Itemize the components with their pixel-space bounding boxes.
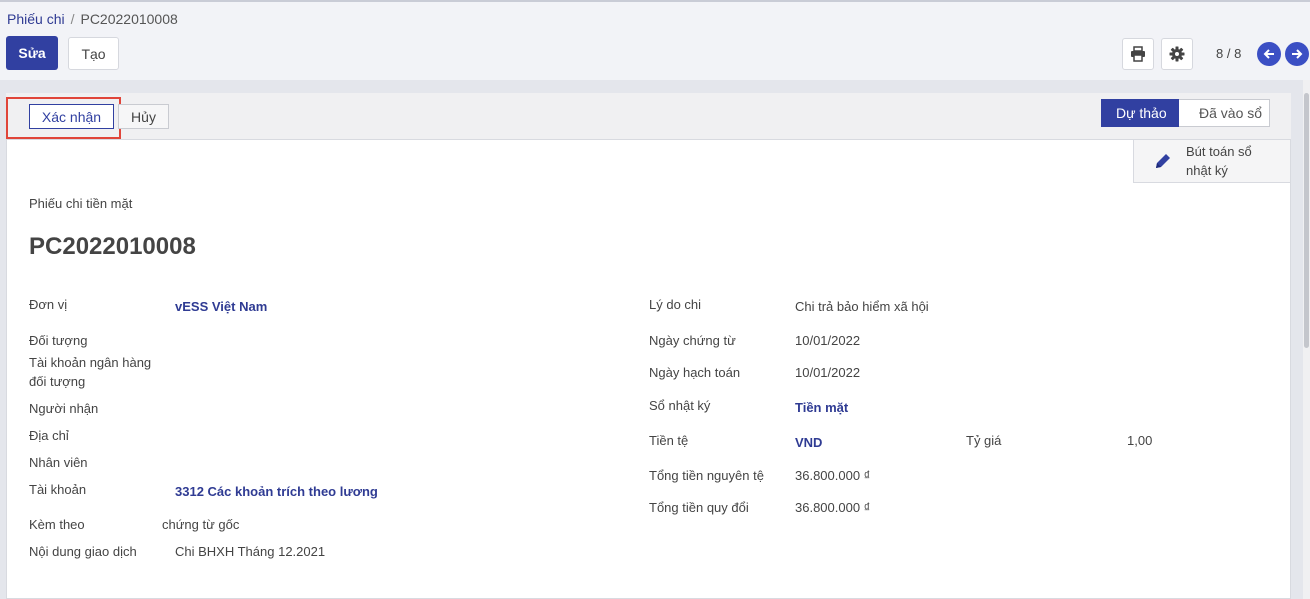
status-bar xyxy=(6,93,1291,140)
journal-entries-button[interactable]: Bút toán sổ nhật ký xyxy=(1133,140,1291,183)
breadcrumb-current: PC2022010008 xyxy=(80,11,178,27)
document-type: Phiếu chi tiền mặt xyxy=(29,196,133,211)
next-record-button[interactable] xyxy=(1285,42,1309,66)
value-so-nhat-ky[interactable]: Tiền mặt xyxy=(795,400,848,415)
label-doi-tuong: Đối tượng xyxy=(29,333,88,348)
label-tai-khoan-ngan-hang-line2: đối tượng xyxy=(29,374,86,389)
value-ly-do-chi: Chi trả bảo hiểm xã hội xyxy=(795,299,929,314)
cancel-button[interactable]: Hủy xyxy=(118,104,169,129)
breadcrumb-parent-link[interactable]: Phiếu chi xyxy=(7,11,65,27)
scrollbar-thumb[interactable] xyxy=(1304,93,1309,348)
value-ngay-chung-tu: 10/01/2022 xyxy=(795,333,861,348)
stage-draft[interactable]: Dự thảo xyxy=(1101,99,1189,127)
edit-button[interactable]: Sửa xyxy=(6,36,58,70)
breadcrumb-separator: / xyxy=(70,11,75,27)
value-ty-gia: 1,00 xyxy=(1127,433,1153,448)
label-don-vi: Đơn vị xyxy=(29,297,68,312)
document-number: PC2022010008 xyxy=(29,233,196,260)
pencil-icon xyxy=(1156,154,1170,168)
label-tai-khoan-ngan-hang: Tài khoản ngân hàng đối tượng xyxy=(29,353,151,391)
settings-button[interactable] xyxy=(1161,38,1193,70)
value-tai-khoan[interactable]: 3312 Các khoản trích theo lương xyxy=(175,484,378,499)
value-kem-theo: chứng từ gốc xyxy=(162,517,240,532)
highlight-box xyxy=(6,97,121,139)
label-ngay-chung-tu: Ngày chứng từ xyxy=(649,333,736,348)
breadcrumb: Phiếu chi / PC2022010008 xyxy=(7,11,178,27)
label-dia-chi: Địa chỉ xyxy=(29,428,69,443)
label-noi-dung: Nội dung giao dịch xyxy=(29,544,137,559)
previous-record-button[interactable] xyxy=(1257,42,1281,66)
arrow-left-icon xyxy=(1263,49,1274,59)
value-don-vi[interactable]: vESS Việt Nam xyxy=(175,299,267,314)
label-tai-khoan: Tài khoản xyxy=(29,482,87,497)
value-tong-quy-doi: 36.800.000 ₫ xyxy=(795,500,871,515)
journal-entries-line1: Bút toán sổ xyxy=(1186,144,1252,159)
printer-icon xyxy=(1131,46,1145,62)
label-tong-nguyen-te: Tổng tiền nguyên tệ xyxy=(649,468,764,483)
label-so-nhat-ky: Sổ nhật ký xyxy=(649,398,711,413)
value-ngay-hach-toan: 10/01/2022 xyxy=(795,365,861,380)
pager-value[interactable]: 8 / 8 xyxy=(1216,46,1241,61)
label-ly-do-chi: Lý do chi xyxy=(649,297,702,312)
arrow-right-icon xyxy=(1292,49,1303,59)
value-tong-nguyen-te: 36.800.000 ₫ xyxy=(795,468,871,483)
label-nguoi-nhan: Người nhận xyxy=(29,401,99,416)
create-button[interactable]: Tạo xyxy=(68,37,119,70)
label-nhan-vien: Nhân viên xyxy=(29,455,88,470)
print-button[interactable] xyxy=(1122,38,1154,70)
value-noi-dung: Chi BHXH Tháng 12.2021 xyxy=(175,544,326,559)
label-tien-te: Tiền tệ xyxy=(649,433,689,448)
journal-entries-label: Bút toán sổ nhật ký xyxy=(1186,142,1286,180)
label-tong-quy-doi: Tổng tiền quy đổi xyxy=(649,500,749,515)
control-panel xyxy=(0,2,1310,80)
label-ty-gia: Tỷ giá xyxy=(966,433,1002,448)
gear-icon xyxy=(1169,46,1185,62)
value-tien-te[interactable]: VND xyxy=(795,435,822,450)
stage-posted[interactable]: Đã vào sổ xyxy=(1179,99,1270,127)
journal-entries-line2: nhật ký xyxy=(1186,163,1228,178)
label-ngay-hach-toan: Ngày hạch toán xyxy=(649,365,741,380)
label-tai-khoan-ngan-hang-line1: Tài khoản ngân hàng xyxy=(29,355,152,370)
label-kem-theo: Kèm theo xyxy=(29,517,85,532)
